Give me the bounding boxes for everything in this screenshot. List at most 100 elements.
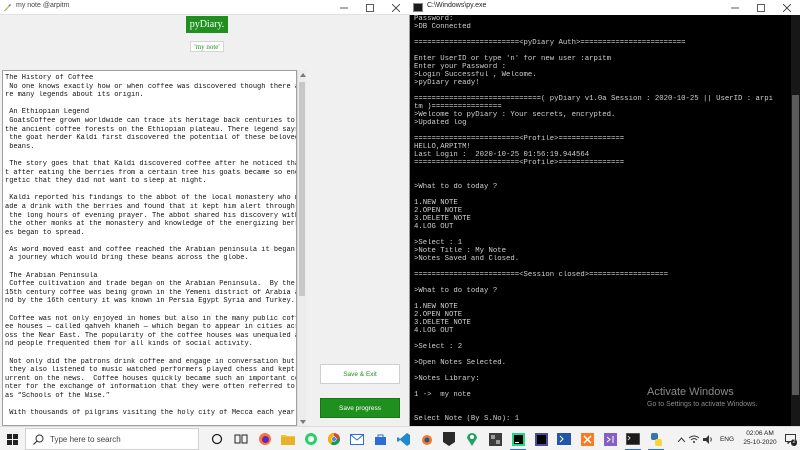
console-line: >Login Successful , Welcome.: [414, 71, 537, 79]
console-line: Password:: [414, 15, 454, 23]
window-title: my note @arpitm: [16, 2, 70, 9]
brand-logo: pyDiary.: [186, 16, 228, 33]
minimize-button[interactable]: [331, 0, 357, 15]
console-minimize-button[interactable]: [722, 0, 748, 15]
save-progress-button[interactable]: Save progress: [320, 398, 400, 418]
blender-logo-icon: [422, 434, 432, 445]
console-close-button[interactable]: [774, 0, 800, 15]
store-icon[interactable]: [372, 431, 388, 447]
note-line: Not only did the patrons drink coffee an…: [5, 357, 295, 366]
vs-icon[interactable]: [602, 431, 618, 447]
note-line: beans.: [5, 142, 35, 151]
console-maximize-button[interactable]: [748, 0, 774, 15]
chrome-icon[interactable]: [326, 431, 342, 447]
note-line: [5, 349, 296, 358]
console-line: >Note Title : My Note: [414, 247, 506, 255]
note-text-area[interactable]: The History of Coffee No one knows exact…: [2, 70, 297, 426]
firefox-icon[interactable]: [257, 431, 273, 447]
console-line: ========================<Profile>=======…: [414, 159, 625, 167]
scrollbar-thumb[interactable]: [299, 82, 305, 296]
note-line: the long hours of evening prayer. The ab…: [5, 211, 296, 220]
notification-center-button[interactable]: 2: [782, 427, 798, 450]
console-line: Last Login : 2020-10-25 01:56:19.944564: [414, 151, 590, 159]
taskbar-search-box[interactable]: Type here to search: [25, 428, 199, 450]
note-line: ee houses — called qahveh khaneh — which…: [5, 323, 296, 332]
console-line: =============================( pyDiary v…: [414, 95, 774, 103]
tray-overflow-button[interactable]: [676, 427, 686, 450]
visual-studio-icon: [603, 432, 617, 446]
note-scrollbar[interactable]: [297, 70, 306, 426]
volume-tray-button[interactable]: [702, 427, 714, 450]
task-view-glyph-icon: [234, 434, 248, 444]
search-placeholder: Type here to search: [50, 435, 121, 444]
console-app-icon: [413, 3, 423, 12]
note-line: Kaldi reported his findings to the abbot…: [5, 194, 296, 203]
console-taskbar-icon[interactable]: [625, 431, 641, 447]
console-line: >Notes Library:: [414, 375, 480, 383]
console-line: 4.LOG OUT: [414, 327, 454, 335]
note-line: GoatsCoffee grown worldwide can trace it…: [5, 116, 295, 125]
chevron-up-icon: [677, 436, 685, 442]
maps-icon[interactable]: [464, 431, 480, 447]
note-line: With thousands of pilgrims visiting the …: [5, 409, 295, 418]
console-line: 4.LOG OUT: [414, 223, 454, 231]
console-line: >pyDiary ready!: [414, 79, 480, 87]
note-line: An Ethiopian Legend: [5, 108, 90, 117]
epic-games-icon[interactable]: [441, 431, 457, 447]
console-scrollbar-thumb[interactable]: [792, 95, 799, 395]
maximize-button[interactable]: [357, 0, 383, 15]
firefox-logo-icon: [259, 433, 271, 445]
save-and-exit-button[interactable]: Save & Exit: [320, 364, 400, 384]
vscode-icon[interactable]: [395, 431, 411, 447]
note-line: they also listened to music watched perf…: [5, 366, 296, 375]
speaker-icon: [703, 434, 712, 444]
console-line: >What to do today ?: [414, 287, 498, 295]
scroll-up-arrow[interactable]: [298, 70, 307, 79]
clock[interactable]: 02:06 AM 25-10-2020: [741, 430, 779, 447]
console-scrollbar[interactable]: [791, 15, 800, 426]
note-line: The Arabian Peninsula: [5, 271, 98, 280]
shield-icon: [443, 432, 455, 446]
console-title-bar[interactable]: C:\Windows\py.exe: [410, 0, 800, 15]
jetbrains-icon[interactable]: [533, 431, 549, 447]
note-line: the other monks at the monastery and kno…: [5, 220, 296, 229]
pycharm-icon[interactable]: [510, 431, 526, 447]
console-output[interactable]: Password: >DB Connected ==================…: [410, 15, 791, 426]
file-explorer-icon[interactable]: [280, 431, 296, 447]
title-bar[interactable]: my note @arpitm: [0, 0, 410, 15]
close-button[interactable]: [383, 0, 409, 15]
console-line: 3.DELETE NOTE: [414, 215, 471, 223]
note-line: urrent on the news. Coffee houses quickl…: [5, 374, 296, 383]
wifi-icon: [689, 435, 699, 443]
blender-icon[interactable]: [418, 431, 434, 447]
maximize-icon: [757, 3, 765, 12]
language-indicator[interactable]: ENG: [716, 427, 738, 450]
scroll-down-arrow[interactable]: [298, 417, 307, 426]
task-view-icon[interactable]: [233, 431, 249, 447]
console-line: Enter your Password :: [414, 63, 506, 71]
note-line: the goat herder Kaldi first discovered t…: [5, 134, 296, 143]
mail-icon[interactable]: [349, 431, 365, 447]
tools-icon[interactable]: [487, 431, 503, 447]
shopping-bag-icon: [374, 434, 386, 445]
note-line: [5, 263, 296, 272]
python-icon[interactable]: [648, 431, 664, 447]
minimize-icon: [731, 7, 739, 8]
whatsapp-icon[interactable]: [303, 431, 319, 447]
start-button[interactable]: [0, 427, 24, 450]
powershell-icon[interactable]: [556, 431, 572, 447]
xampp-icon[interactable]: [579, 431, 595, 447]
cortana-icon[interactable]: [209, 431, 225, 447]
xampp-logo-icon: [580, 432, 594, 446]
note-line: es began to spread.: [5, 228, 85, 237]
clock-time: 02:06 AM: [746, 430, 774, 437]
network-tray-button[interactable]: [688, 427, 700, 450]
note-line: nter for the exchange of information tha…: [5, 383, 295, 392]
